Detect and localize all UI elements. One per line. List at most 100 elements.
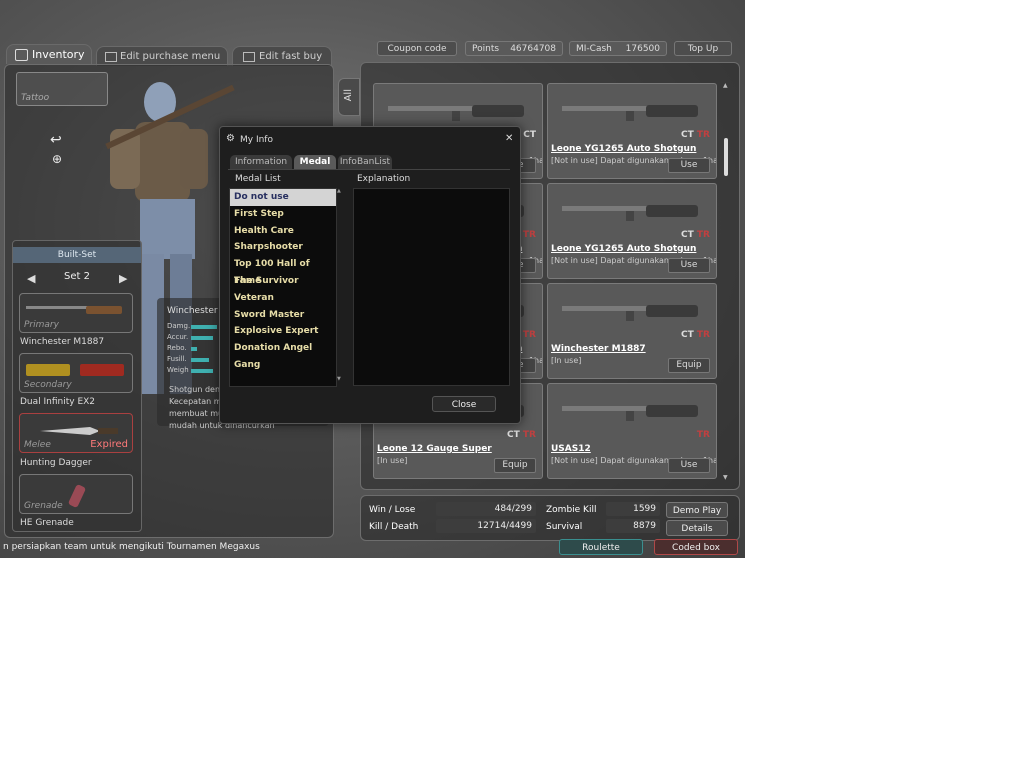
- points-display: Points 46764708: [465, 41, 563, 56]
- ct-tag: CT: [523, 130, 536, 140]
- points-label: Points: [472, 44, 500, 54]
- stat-label: Accur.: [167, 333, 189, 341]
- item-card[interactable]: CT TR Winchester M1887 [In use] Equip: [547, 283, 717, 379]
- item-action-button[interactable]: Equip: [494, 458, 536, 473]
- tr-tag: TR: [522, 330, 536, 340]
- medal-list-scrollbar[interactable]: ▲ ▼: [337, 188, 342, 385]
- grid-icon: [105, 52, 117, 62]
- ct-tag: CT: [507, 430, 520, 440]
- item-card[interactable]: TR USAS12 [Not in use] Dapat digunakan sel…: [547, 383, 717, 479]
- stat-label: Damg.: [167, 322, 191, 330]
- team-tags: CT TR: [681, 130, 710, 140]
- next-set-arrow[interactable]: ▶: [119, 272, 127, 285]
- medal-item[interactable]: First Step: [230, 206, 336, 223]
- scroll-down-icon[interactable]: ▼: [723, 474, 728, 481]
- built-set-title: Built-Set: [13, 247, 141, 263]
- medal-item[interactable]: Top 100 Hall of Fame: [230, 256, 336, 286]
- zoom-icon[interactable]: ⊕: [52, 152, 62, 166]
- expired-badge: Expired: [90, 439, 128, 450]
- scroll-thumb[interactable]: [724, 138, 728, 176]
- stat-label: Fusill.: [167, 355, 187, 363]
- item-title: USAS12: [551, 444, 591, 454]
- slot-category: Primary: [24, 320, 59, 330]
- news-ticker: n persiapkan team untuk mengikuti Tourna…: [3, 542, 260, 552]
- game-window: Inventory Edit purchase menu Edit fast b…: [0, 0, 745, 558]
- item-title: Leone YG1265 Auto Shotgun: [551, 144, 697, 154]
- tr-tag: TR: [696, 230, 710, 240]
- melee-slot[interactable]: Melee Expired: [19, 413, 133, 453]
- tr-tag: TR: [696, 330, 710, 340]
- primary-slot[interactable]: Primary: [19, 293, 133, 333]
- medal-item[interactable]: The Survivor: [230, 273, 336, 290]
- medal-item[interactable]: Sword Master: [230, 307, 336, 324]
- medal-item[interactable]: Gang: [230, 357, 336, 374]
- item-action-button[interactable]: Equip: [668, 358, 710, 373]
- weapon-image: [562, 305, 698, 321]
- kill-death-label: Kill / Death: [369, 522, 419, 532]
- demo-play-button[interactable]: Demo Play: [666, 502, 728, 518]
- ct-tag: CT: [681, 130, 694, 140]
- item-title: Leone 12 Gauge Super: [377, 444, 492, 454]
- tr-tag: TR: [522, 430, 536, 440]
- close-icon[interactable]: ✕: [505, 133, 513, 144]
- stat-bar: [191, 358, 209, 362]
- weapon-image: [562, 205, 698, 221]
- item-card[interactable]: CT TRLeone YG1265 Auto Shotgun[Not in us…: [547, 183, 717, 279]
- medal-rows: Do not use First Step Health Care Sharpshoo…: [230, 189, 336, 374]
- knife-image: [40, 427, 118, 435]
- tab-infobanlist[interactable]: InfoBanList: [338, 155, 392, 169]
- zombie-kill-label: Zombie Kill: [546, 505, 597, 515]
- shotgun-image: [26, 306, 122, 314]
- tab-divider: [228, 169, 510, 170]
- item-scrollbar[interactable]: ▲ ▼: [723, 82, 729, 481]
- team-tags: CT TR: [507, 430, 536, 440]
- tattoo-label: Tattoo: [21, 93, 50, 103]
- medal-list: Do not use First Step Health Care Sharpshoo…: [229, 188, 337, 387]
- medal-item[interactable]: Veteran: [230, 290, 336, 307]
- scroll-up-icon[interactable]: ▲: [337, 188, 341, 194]
- survival-label: Survival: [546, 522, 583, 532]
- medal-item[interactable]: Donation Angel: [230, 340, 336, 357]
- medal-item[interactable]: Health Care: [230, 223, 336, 240]
- tab-inventory[interactable]: Inventory: [6, 44, 92, 64]
- scroll-down-icon[interactable]: ▼: [337, 376, 341, 382]
- tab-all[interactable]: All: [338, 78, 360, 116]
- tab-medal[interactable]: Medal: [294, 155, 336, 169]
- stat-bar: [191, 369, 213, 373]
- close-button[interactable]: Close: [432, 396, 496, 412]
- team-tags: TR: [697, 430, 710, 440]
- tab-information[interactable]: Information: [230, 155, 292, 169]
- micash-value: 176500: [625, 44, 660, 54]
- coded-box-button[interactable]: Coded box: [654, 539, 738, 555]
- grid-icon: [243, 52, 255, 62]
- stat-label: Weigh: [167, 366, 189, 374]
- item-card[interactable]: CT TRLeone YG1265 Auto Shotgun[Not in us…: [547, 83, 717, 179]
- tab-inventory-label: Inventory: [32, 48, 85, 61]
- grenade-slot[interactable]: Grenade: [19, 474, 133, 514]
- tab-edit-purchase-menu[interactable]: Edit purchase menu: [96, 46, 228, 66]
- rotate-icon[interactable]: ↩: [50, 132, 62, 148]
- tab-edit-fast-buy[interactable]: Edit fast buy: [232, 46, 332, 66]
- top-up-button[interactable]: Top Up: [674, 41, 732, 56]
- scroll-up-icon[interactable]: ▲: [723, 82, 728, 89]
- secondary-slot[interactable]: Secondary: [19, 353, 133, 393]
- details-button[interactable]: Details: [666, 520, 728, 536]
- slot-category: Grenade: [24, 501, 63, 511]
- slot-item-name: HE Grenade: [20, 518, 74, 528]
- micash-label: MI-Cash: [576, 44, 612, 54]
- my-info-dialog: ⚙ My Info ✕ Information Medal InfoBanLis…: [219, 126, 521, 424]
- item-action-button[interactable]: Use: [668, 158, 710, 173]
- item-action-button[interactable]: Use: [668, 258, 710, 273]
- medal-item[interactable]: Do not use: [230, 189, 336, 206]
- medal-item[interactable]: Explosive Expert: [230, 323, 336, 340]
- coupon-code-button[interactable]: Coupon code: [377, 41, 457, 56]
- medal-item[interactable]: Sharpshooter: [230, 239, 336, 256]
- slot-item-name: Winchester M1887: [20, 337, 105, 347]
- stat-bar: [191, 336, 213, 340]
- team-tags: CT TR: [681, 330, 710, 340]
- item-action-button[interactable]: Use: [668, 458, 710, 473]
- stat-bar: [191, 325, 217, 329]
- tr-tag: TR: [696, 430, 710, 440]
- slot-item-name: Dual Infinity EX2: [20, 397, 96, 407]
- roulette-button[interactable]: Roulette: [559, 539, 643, 555]
